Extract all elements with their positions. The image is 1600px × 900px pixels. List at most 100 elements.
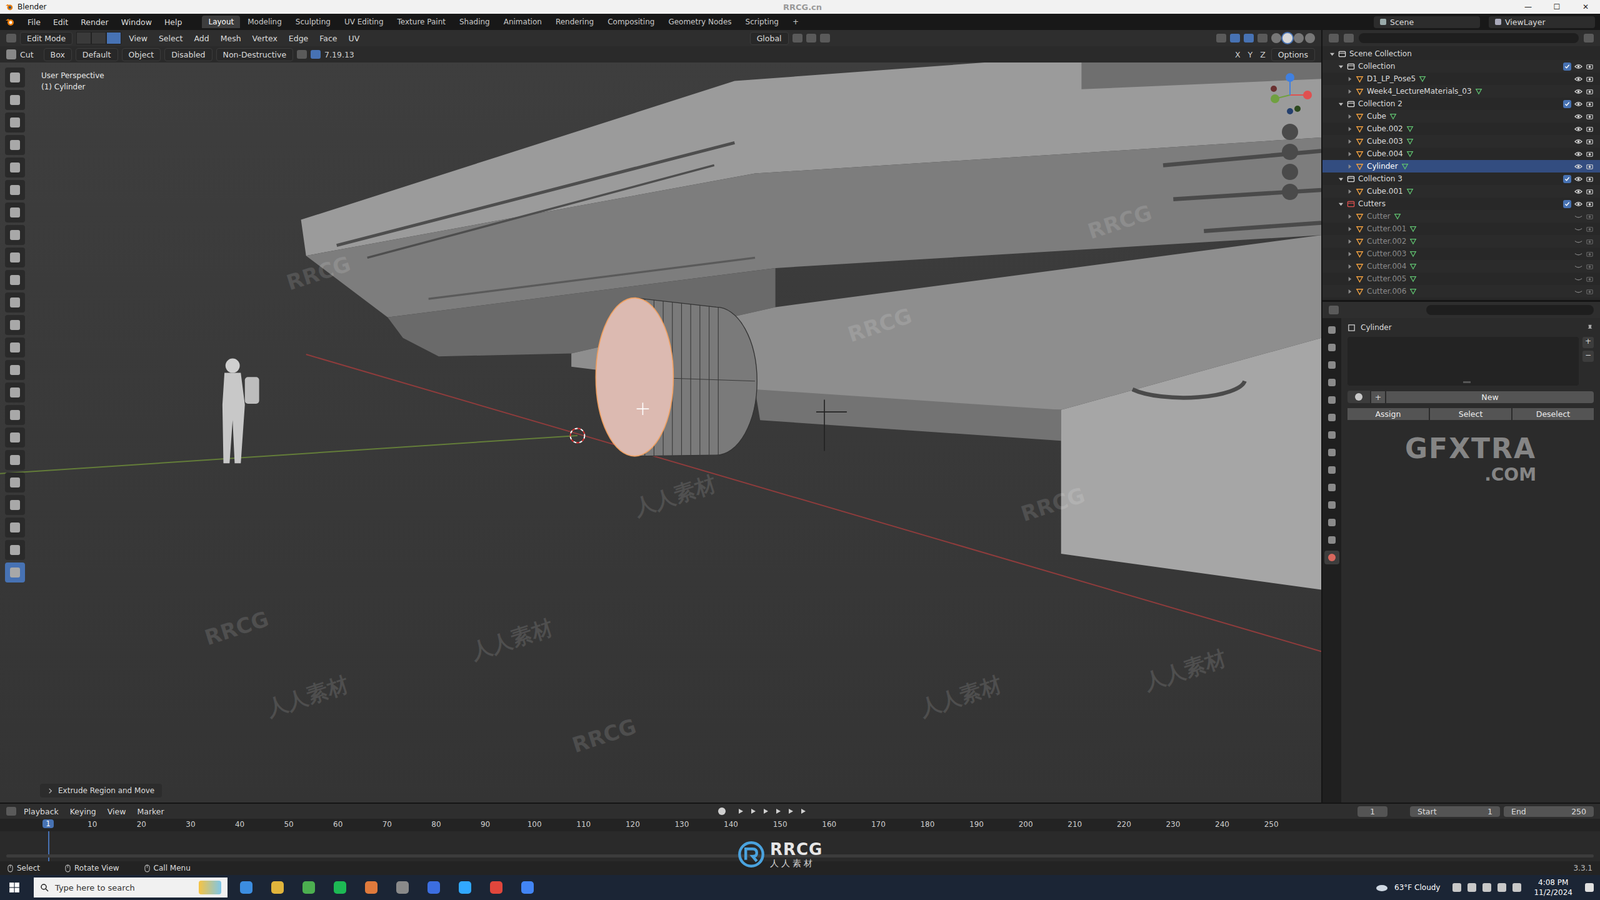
viewport-menu[interactable]: UV: [345, 32, 364, 45]
mirror-axis-toggle[interactable]: X: [1233, 50, 1243, 60]
eye-icon[interactable]: [1574, 175, 1583, 184]
render-camera-icon[interactable]: [1585, 87, 1594, 96]
material-browse-button[interactable]: [1347, 390, 1370, 404]
eye-icon[interactable]: [1574, 125, 1583, 134]
expand-arrow-icon[interactable]: [1338, 176, 1344, 182]
collapse-arrow-icon[interactable]: [1346, 88, 1353, 95]
render-camera-icon[interactable]: [1585, 225, 1594, 234]
outliner-row[interactable]: Cube.003: [1322, 135, 1600, 148]
menu-item[interactable]: Edit: [48, 15, 74, 29]
properties-tab[interactable]: [1324, 463, 1340, 477]
properties-tab[interactable]: [1324, 323, 1340, 337]
select-mode-icon[interactable]: [91, 31, 107, 45]
add-workspace-button[interactable]: +: [786, 15, 805, 29]
tool-button[interactable]: [5, 562, 25, 583]
outliner-row[interactable]: Cube.002: [1322, 122, 1600, 135]
workspace-tab[interactable]: Scripting: [739, 15, 785, 29]
collapse-arrow-icon[interactable]: [1346, 288, 1353, 295]
tool-button[interactable]: [5, 472, 25, 493]
tool-button[interactable]: [5, 495, 25, 515]
pan-icon[interactable]: [1281, 143, 1299, 160]
editor-type-icon[interactable]: [6, 33, 17, 43]
taskbar-app-icon[interactable]: [390, 875, 415, 900]
grid-icon[interactable]: [1281, 183, 1299, 200]
mirror-axis-toggle[interactable]: Z: [1258, 50, 1268, 60]
record-icon[interactable]: [718, 807, 726, 815]
tool-button[interactable]: [5, 382, 25, 403]
outliner-row[interactable]: Cube.001: [1322, 185, 1600, 198]
frame-ruler[interactable]: 1102030405060708090100110120130140150160…: [0, 818, 1600, 832]
timeline-scrollbar[interactable]: [6, 854, 1594, 858]
exclude-checkbox[interactable]: [1563, 100, 1572, 109]
viewport-canvas[interactable]: RRCGRRCGRRCG人人素材RRCG人人素材RRCG人人素材RRCG人人素材…: [0, 62, 1322, 803]
current-frame-field[interactable]: 1: [1357, 806, 1388, 817]
add-button[interactable]: +: [1371, 391, 1385, 404]
tool-button[interactable]: [5, 67, 25, 88]
expand-arrow-icon[interactable]: [1338, 101, 1344, 107]
outliner-row[interactable]: Cutter: [1322, 210, 1600, 223]
properties-tab[interactable]: [1324, 515, 1340, 530]
last-operator-panel[interactable]: Extrude Region and Move: [40, 783, 162, 798]
orientation-dropdown[interactable]: Object: [121, 48, 162, 62]
eye-icon[interactable]: [1574, 200, 1583, 209]
new-material-button[interactable]: New: [1386, 391, 1594, 404]
properties-tab[interactable]: [1324, 533, 1340, 547]
collapse-arrow-icon[interactable]: [1346, 138, 1353, 145]
eye-closed-icon[interactable]: [1574, 275, 1583, 284]
outliner-row[interactable]: Cube: [1322, 110, 1600, 123]
outliner-row[interactable]: Cutter.001: [1322, 222, 1600, 235]
window-control-button[interactable]: ✕: [1571, 2, 1600, 12]
eye-icon[interactable]: [1574, 162, 1583, 171]
gizmo-toggle-icon[interactable]: [1230, 33, 1240, 43]
outliner-row[interactable]: Cylinder: [1322, 160, 1600, 173]
eye-icon[interactable]: [1574, 75, 1583, 84]
solid-shading-icon[interactable]: [1282, 33, 1293, 44]
window-control-button[interactable]: —: [1513, 2, 1543, 12]
rendered-shading-icon[interactable]: [1305, 33, 1315, 44]
outliner-row[interactable]: Scene Collection: [1322, 47, 1600, 60]
workspace-tab[interactable]: Layout: [201, 15, 240, 29]
playback-icon[interactable]: [761, 807, 770, 815]
shape-dropdown[interactable]: Box: [43, 48, 72, 62]
properties-tab[interactable]: [1324, 393, 1340, 407]
render-camera-icon[interactable]: [1585, 275, 1594, 284]
window-control-button[interactable]: ☐: [1542, 2, 1572, 12]
taskbar-app-icon[interactable]: [515, 875, 540, 900]
select-mode-icon[interactable]: [76, 31, 92, 45]
eye-closed-icon[interactable]: [1574, 237, 1583, 246]
eye-closed-icon[interactable]: [1574, 287, 1583, 296]
viewport-menu[interactable]: Vertex: [248, 32, 282, 45]
collapse-arrow-icon[interactable]: [1346, 163, 1353, 170]
render-camera-icon[interactable]: [1585, 262, 1594, 271]
timeline-menu[interactable]: Marker: [133, 805, 168, 818]
wireframe-shading-icon[interactable]: [1271, 33, 1282, 44]
clock[interactable]: 4:08 PM11/2/2024: [1533, 877, 1573, 898]
tool-button[interactable]: [5, 337, 25, 358]
collapse-arrow-icon[interactable]: [1346, 76, 1353, 82]
render-camera-icon[interactable]: [1585, 137, 1594, 146]
workspace-tab[interactable]: Animation: [497, 15, 549, 29]
playhead[interactable]: 1: [42, 819, 54, 829]
tool-button[interactable]: [5, 180, 25, 200]
filter-icon[interactable]: [1583, 33, 1594, 43]
tool-button[interactable]: [5, 202, 25, 223]
render-camera-icon[interactable]: [1585, 175, 1594, 184]
expand-arrow-icon[interactable]: [1338, 63, 1344, 70]
material-action-button[interactable]: Deselect: [1512, 408, 1594, 420]
tool-button[interactable]: [5, 270, 25, 290]
pin-icon[interactable]: [1586, 323, 1594, 332]
outliner-row[interactable]: Cutter.002: [1322, 235, 1600, 248]
outliner-row[interactable]: Collection 3: [1322, 172, 1600, 185]
tool-button[interactable]: [5, 360, 25, 380]
properties-search-field[interactable]: [1426, 305, 1594, 315]
taskbar-app-icon[interactable]: [296, 875, 322, 900]
playback-icon[interactable]: [774, 807, 782, 815]
resize-grip[interactable]: [1463, 381, 1471, 384]
taskbar-app-icon[interactable]: [421, 875, 447, 900]
properties-tab[interactable]: [1324, 498, 1340, 512]
operation-dropdown[interactable]: Default: [75, 48, 119, 62]
zoom-icon[interactable]: [1281, 123, 1299, 140]
outliner-row[interactable]: Collection: [1322, 60, 1600, 73]
taskbar-app-icon[interactable]: [265, 875, 290, 900]
collapse-arrow-icon[interactable]: [1346, 113, 1353, 120]
